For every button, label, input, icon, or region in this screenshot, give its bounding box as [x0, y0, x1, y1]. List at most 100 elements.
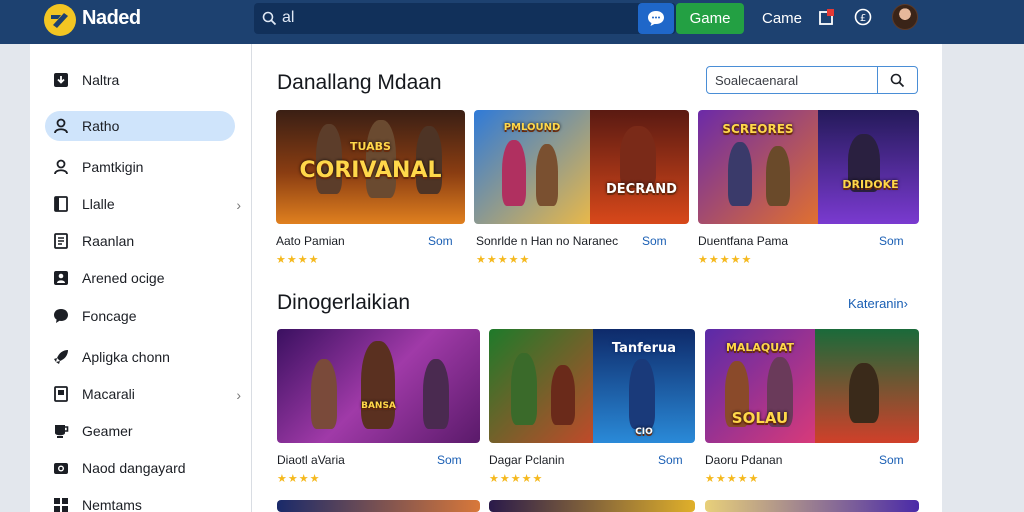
download-icon: [54, 73, 68, 87]
card-title[interactable]: Dagar Pclanin: [489, 453, 564, 467]
game-thumbnail[interactable]: MALAQUAT SOLAU: [705, 329, 919, 443]
sidebar-item-macarali[interactable]: Macarali ›: [45, 379, 241, 409]
sidebar-item-label: Macarali: [82, 386, 135, 402]
card-title[interactable]: Diaotl aVaria: [277, 453, 345, 467]
character-figure: [728, 142, 752, 206]
search-icon: [262, 11, 277, 26]
sidebar-item-label: Geamer: [82, 423, 133, 439]
chevron-right-icon: ›: [236, 387, 241, 403]
rating-stars: ★★★★★: [489, 473, 544, 485]
game-thumbnail[interactable]: TUABS CORIVANAL: [276, 110, 465, 224]
sidebar-item-label: Apligka chonn: [82, 349, 170, 365]
card-action-link[interactable]: Som: [642, 234, 667, 248]
top-bar: Naded al Game Came £: [0, 0, 1024, 44]
logo-icon[interactable]: [44, 4, 76, 36]
game-thumbnail[interactable]: [489, 500, 695, 512]
thumbnail-subtitle: Tanferua: [611, 341, 677, 356]
sidebar-item-label: Foncage: [82, 308, 137, 324]
card-title[interactable]: Duentfana Pama: [698, 234, 788, 248]
notification-icon[interactable]: [818, 8, 836, 26]
section-title: Dinogerlaikian: [277, 291, 411, 314]
sidebar-item-ratho[interactable]: Ratho: [45, 111, 235, 141]
game-thumbnail[interactable]: BANSA: [277, 329, 480, 443]
rating-stars: ★★★★★: [705, 473, 760, 485]
profile-icon: [54, 271, 68, 285]
grid-icon: [54, 498, 68, 512]
rating-stars: ★★★★: [276, 254, 320, 266]
cup-icon: [55, 425, 69, 438]
card-title[interactable]: Aato Pamian: [276, 234, 345, 248]
filter-search-button[interactable]: [878, 66, 918, 94]
sidebar-item-foncage[interactable]: Foncage: [45, 301, 235, 331]
sidebar-item-label: Pamtkigin: [82, 159, 144, 175]
card-title[interactable]: Daoru Pdanan: [705, 453, 782, 467]
sidebar-item-label: Nemtams: [82, 497, 142, 512]
card-action-link[interactable]: Som: [879, 234, 904, 248]
card-action-link[interactable]: Som: [428, 234, 453, 248]
character-figure: [423, 359, 449, 429]
thumbnail-title: CIO: [635, 427, 653, 437]
chat-button[interactable]: [638, 3, 674, 34]
rating-stars: ★★★★★: [476, 254, 531, 266]
character-figure: [620, 126, 656, 188]
camera-icon: [54, 463, 68, 474]
list-icon: [54, 233, 68, 249]
rating-stars: ★★★★★: [698, 254, 753, 266]
see-more-link[interactable]: Kateranin›: [848, 296, 908, 311]
rocket-icon: [54, 350, 68, 364]
filter-input[interactable]: Soalecaenaral: [706, 66, 878, 94]
game-thumbnail[interactable]: [705, 500, 919, 512]
person-icon: [54, 159, 68, 175]
sidebar-item-apligka-chonn[interactable]: Apligka chonn: [45, 342, 235, 372]
sidebar-item-nemtams[interactable]: Nemtams: [45, 490, 235, 512]
user-icon: [54, 118, 68, 134]
sidebar-item-geamer[interactable]: Geamer: [45, 416, 235, 446]
sidebar-item-naod-dangayard[interactable]: Naod dangayard: [45, 453, 235, 483]
chevron-right-icon: ›: [236, 197, 241, 213]
sidebar-item-raanlan[interactable]: Raanlan: [45, 226, 235, 256]
avatar[interactable]: [892, 4, 918, 30]
book-icon: [54, 386, 68, 402]
card-title[interactable]: Sonrlde n Han no Naranec: [476, 234, 618, 248]
currency-icon[interactable]: £: [854, 8, 872, 26]
chat-bubble-icon: [54, 309, 68, 323]
character-figure: [766, 146, 790, 206]
card-action-link[interactable]: Som: [437, 453, 462, 467]
thumbnail-subtitle: MALAQUAT: [725, 341, 795, 354]
character-figure: [551, 365, 575, 425]
sidebar-item-arened-ocige[interactable]: Arened ocige: [45, 263, 235, 293]
thumbnail-title: BANSA: [361, 401, 396, 411]
thumbnail-title: SOLAU: [731, 409, 789, 427]
section-title: Danallang Mdaan: [277, 71, 442, 94]
card-action-link[interactable]: Som: [879, 453, 904, 467]
search-bar[interactable]: al: [254, 3, 676, 34]
thumbnail-subtitle: TUABS: [350, 140, 391, 153]
sidebar-item-naltra[interactable]: Naltra: [45, 65, 235, 95]
logo-text[interactable]: Naded: [82, 7, 141, 30]
sidebar-item-pamtkigin[interactable]: Pamtkigin: [45, 152, 235, 182]
game-thumbnail[interactable]: [277, 500, 480, 512]
thumbnail-title: DRIDOKE: [842, 178, 899, 191]
game-thumbnail[interactable]: SCREORES DRIDOKE: [698, 110, 919, 224]
thumbnail-title: CORIVANAL: [299, 158, 442, 183]
sidebar-item-label: Naod dangayard: [82, 460, 186, 476]
character-figure: [361, 341, 395, 429]
svg-text:£: £: [860, 13, 866, 24]
game-thumbnail[interactable]: Tanferua CIO: [489, 329, 695, 443]
nav-link[interactable]: Came: [762, 10, 802, 27]
sidebar-item-label: Llalle: [82, 196, 115, 212]
character-figure: [502, 140, 526, 206]
sidebar-item-label: Naltra: [82, 72, 120, 88]
character-figure: [629, 359, 655, 429]
sidebar-item-llalle[interactable]: Llalle ›: [45, 189, 241, 219]
filter-placeholder: Soalecaenaral: [715, 73, 799, 88]
search-input[interactable]: al: [282, 9, 294, 27]
game-button[interactable]: Game: [676, 3, 744, 34]
card-action-link[interactable]: Som: [658, 453, 683, 467]
game-thumbnail[interactable]: PMLOUND DECRAND: [474, 110, 689, 224]
sidebar-item-label: Arened ocige: [82, 270, 165, 286]
character-figure: [511, 353, 537, 425]
sidebar-item-label: Raanlan: [82, 233, 135, 249]
tablet-icon: [54, 196, 68, 212]
character-figure: [311, 359, 337, 429]
